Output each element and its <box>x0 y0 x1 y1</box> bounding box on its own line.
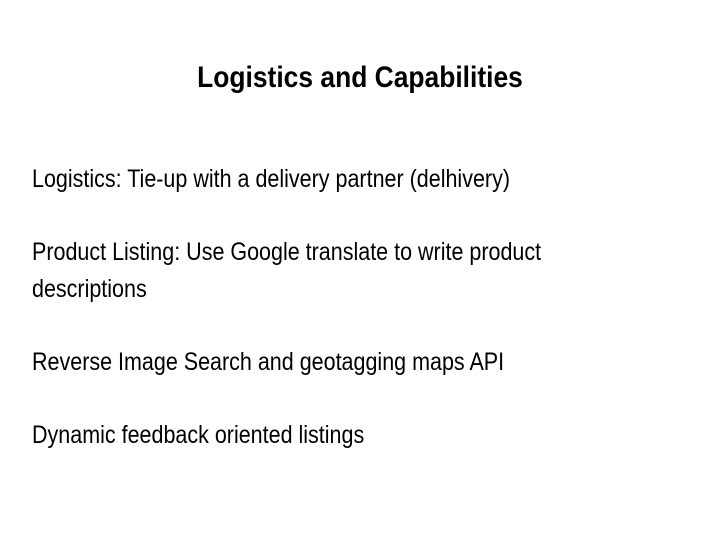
slide-body: Logistics: Tie-up with a delivery partne… <box>32 161 692 490</box>
slide-title: Logistics and Capabilities <box>197 61 523 94</box>
paragraph-dynamic-feedback: Dynamic feedback oriented listings <box>32 421 365 449</box>
slide: Logistics and Capabilities Logistics: Ti… <box>0 0 720 540</box>
paragraph-logistics: Logistics: Tie-up with a delivery partne… <box>32 165 510 193</box>
paragraph-product-listing: Product Listing: Use Google translate to… <box>32 238 542 303</box>
paragraph-reverse-image-search: Reverse Image Search and geotagging maps… <box>32 348 505 376</box>
